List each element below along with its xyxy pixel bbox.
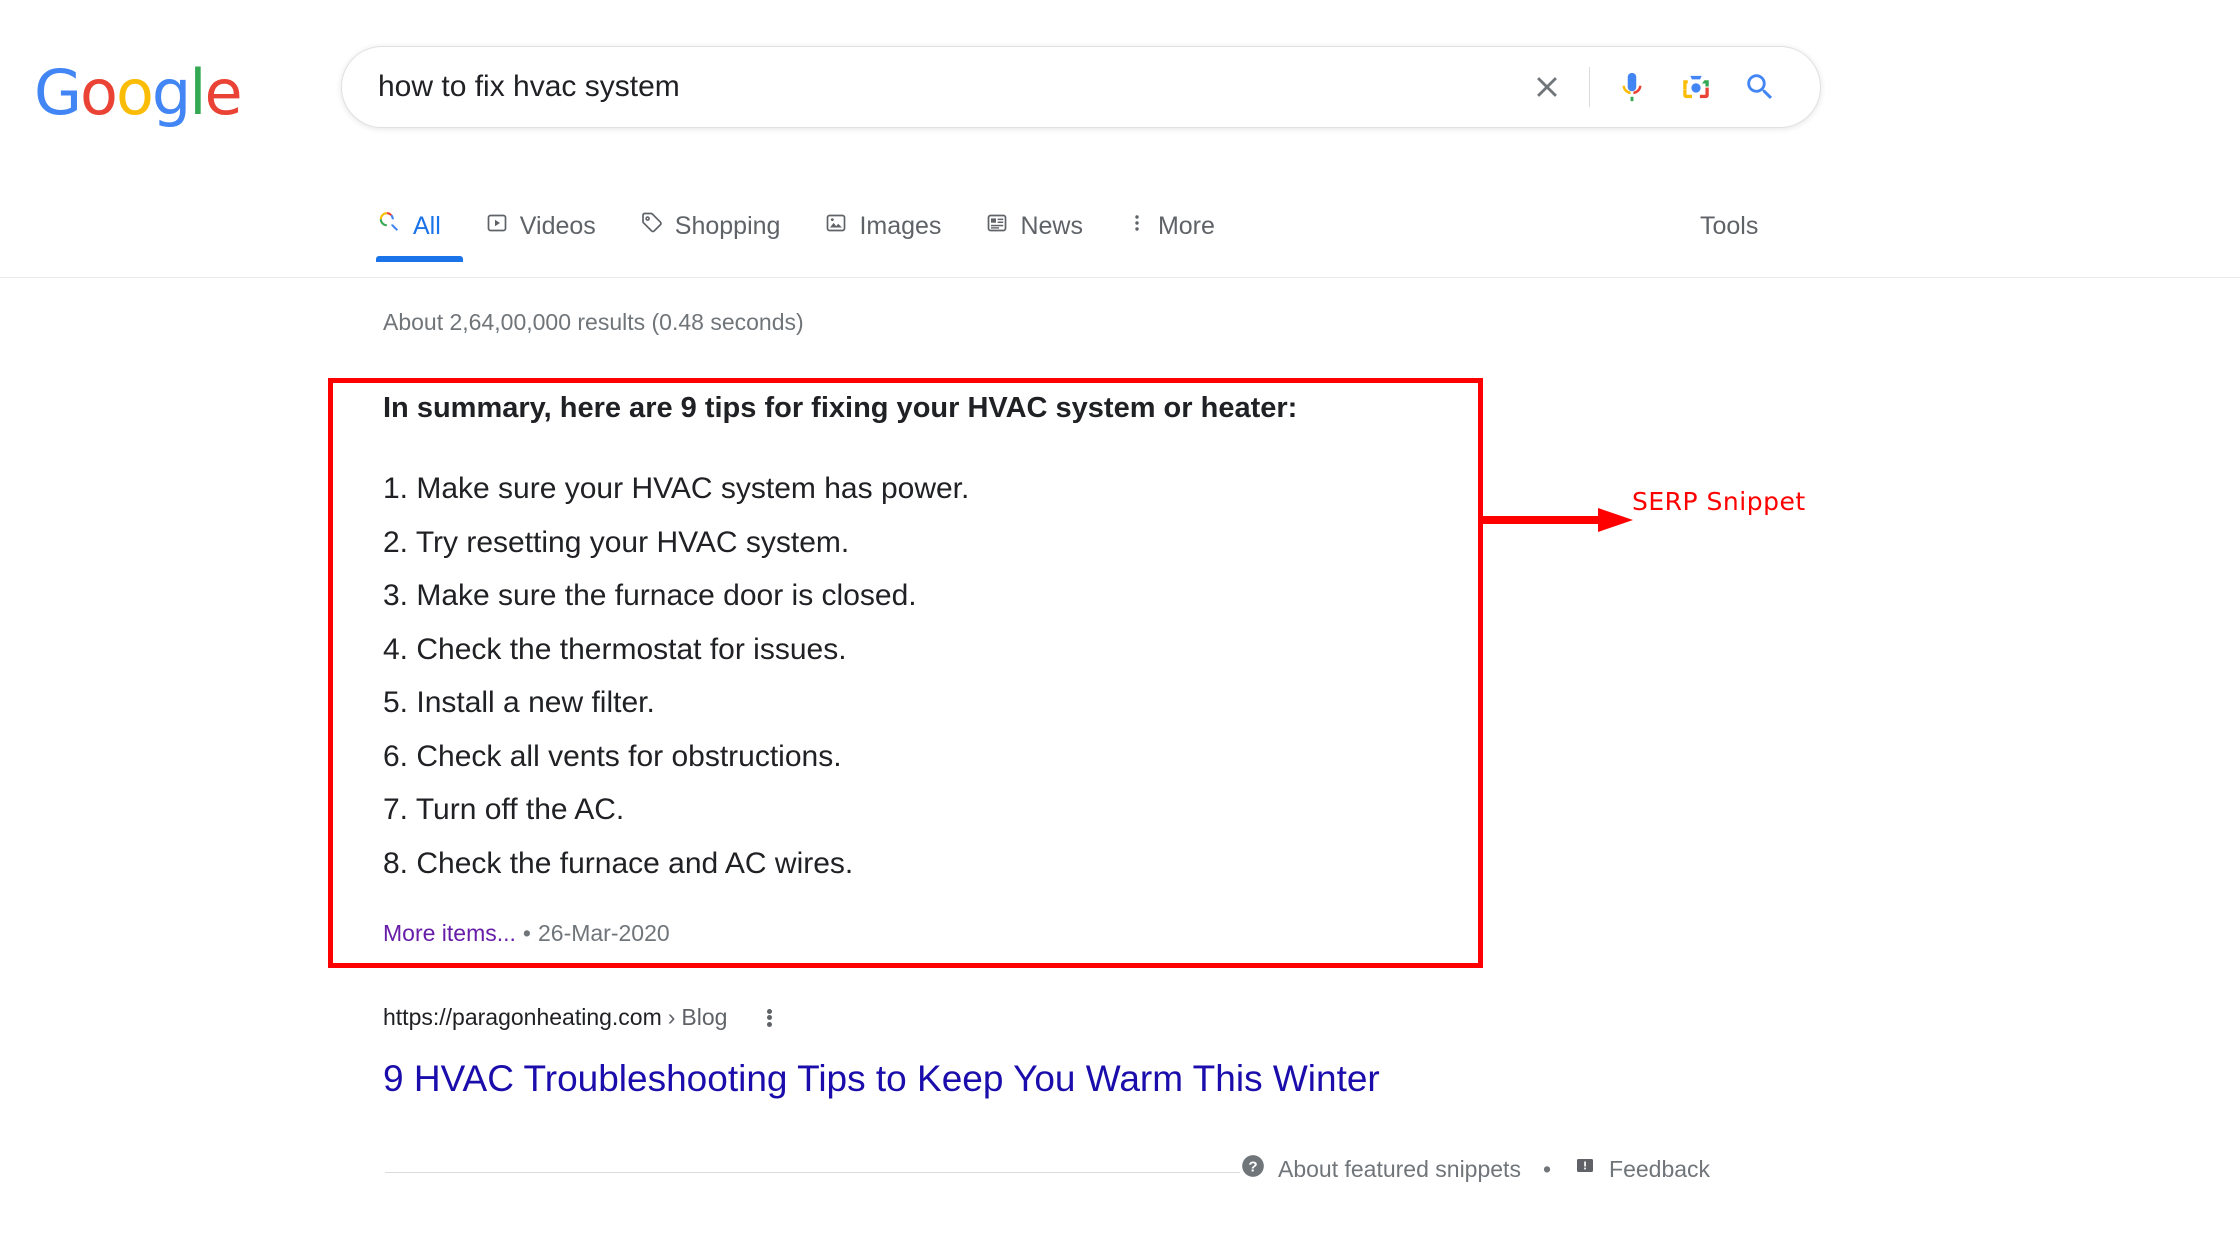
- result-title-link[interactable]: 9 HVAC Troubleshooting Tips to Keep You …: [383, 1058, 1380, 1100]
- list-item: 7. Turn off the AC.: [383, 793, 625, 826]
- video-icon: [485, 211, 509, 242]
- tab-images-label: Images: [859, 211, 942, 240]
- search-nav-tabs: All Videos Shopping Images News More Too…: [0, 190, 2240, 278]
- result-url-crumb: Blog: [681, 1004, 728, 1030]
- tab-news[interactable]: News: [963, 190, 1105, 262]
- tab-shopping[interactable]: Shopping: [618, 190, 803, 262]
- logo-letter-g2: g: [151, 56, 191, 129]
- tab-images[interactable]: Images: [802, 190, 963, 262]
- footer-separator: •: [1542, 1155, 1552, 1182]
- news-icon: [985, 211, 1009, 242]
- logo-letter-g: G: [34, 56, 82, 129]
- tab-news-label: News: [1020, 211, 1083, 240]
- search-input[interactable]: [378, 47, 1458, 127]
- featured-snippet-heading: In summary, here are 9 tips for fixing y…: [383, 392, 1298, 424]
- logo-letter-o2: o: [115, 56, 154, 129]
- list-item: 5. Install a new filter.: [383, 686, 655, 719]
- tab-active-underline: [376, 256, 463, 262]
- tag-icon: [640, 211, 664, 242]
- snippet-date: 26-Mar-2020: [537, 920, 670, 946]
- google-lens-icon[interactable]: [1664, 55, 1728, 119]
- feedback-flag-icon: [1573, 1154, 1597, 1184]
- more-vertical-icon: [1127, 211, 1147, 242]
- google-search-icon: [376, 210, 402, 243]
- about-featured-snippets-link[interactable]: ? About featured snippets: [1240, 1153, 1521, 1185]
- feedback-label: Feedback: [1609, 1155, 1711, 1182]
- list-item: 6. Check all vents for obstructions.: [383, 739, 842, 773]
- tab-videos[interactable]: Videos: [463, 190, 618, 262]
- search-icon[interactable]: [1728, 55, 1792, 119]
- page-header: Google how to fix hvac system All Videos…: [0, 0, 2240, 278]
- google-logo[interactable]: Google: [34, 62, 243, 124]
- clear-icon[interactable]: [1515, 55, 1579, 119]
- list-item: 1. Make sure your HVAC system has power.: [383, 472, 970, 505]
- svg-text:?: ?: [1248, 1158, 1257, 1175]
- tab-more-label: More: [1157, 211, 1215, 240]
- search-box-divider: [1589, 67, 1590, 107]
- microphone-icon[interactable]: [1600, 55, 1664, 119]
- snippet-more-row: More items... • 26-Mar-2020: [383, 920, 670, 947]
- about-featured-snippets-label: About featured snippets: [1278, 1155, 1521, 1182]
- result-url-domain: https://paragonheating.com: [383, 1004, 662, 1030]
- footer-divider: [385, 1172, 1240, 1173]
- search-box[interactable]: [341, 46, 1821, 128]
- list-item: 4. Check the thermostat for issues.: [383, 632, 847, 666]
- logo-letter-e: e: [204, 56, 243, 129]
- list-item: 8. Check the furnace and AC wires.: [383, 846, 854, 880]
- search-box-actions: [1515, 47, 1792, 127]
- tab-more[interactable]: More: [1105, 190, 1237, 262]
- snippet-footer: ? About featured snippets • Feedback: [1240, 1153, 1710, 1185]
- results-count: About 2,64,00,000 results (0.48 seconds): [383, 309, 804, 335]
- result-url-row[interactable]: https://paragonheating.com › Blog: [383, 1004, 781, 1031]
- nav-bottom-divider: [0, 277, 2240, 278]
- image-icon: [824, 211, 848, 242]
- featured-snippet-list: 1. Make sure your HVAC system has power.…: [383, 462, 969, 890]
- tools-button[interactable]: Tools: [1700, 190, 1758, 262]
- logo-letter-l: l: [189, 56, 206, 129]
- tab-shopping-label: Shopping: [674, 211, 781, 240]
- feedback-link[interactable]: Feedback: [1573, 1154, 1710, 1184]
- tab-videos-label: Videos: [519, 211, 596, 240]
- tab-all[interactable]: All: [376, 190, 463, 262]
- tab-all-label: All: [413, 211, 441, 240]
- logo-letter-o1: o: [80, 56, 118, 129]
- url-separator: ›: [667, 1004, 676, 1030]
- more-items-link[interactable]: More items...: [383, 920, 516, 946]
- serp-snippet-annotation-label: SERP Snippet: [1632, 487, 1806, 516]
- list-item: 2. Try resetting your HVAC system.: [383, 525, 850, 559]
- help-circle-icon: ?: [1240, 1153, 1266, 1185]
- result-options-kebab-icon[interactable]: [757, 1006, 781, 1030]
- serp-snippet-arrow: [1483, 508, 1633, 532]
- more-separator: •: [522, 920, 531, 946]
- list-item: 3. Make sure the furnace door is closed.: [383, 579, 917, 612]
